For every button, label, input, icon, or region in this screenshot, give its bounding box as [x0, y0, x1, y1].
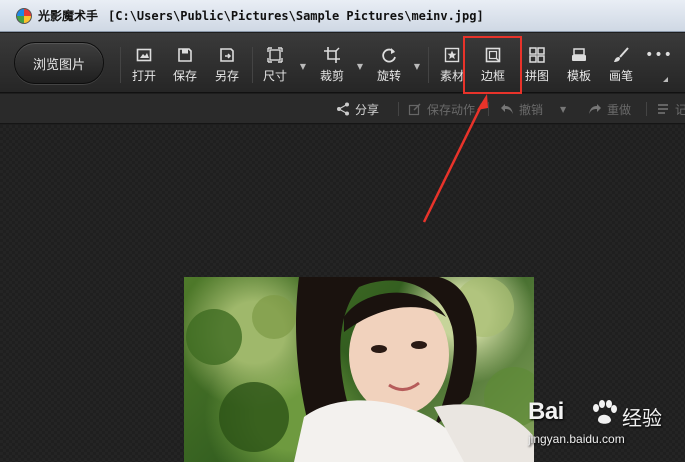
- collage-button[interactable]: 拼图: [519, 45, 555, 87]
- template-button[interactable]: 模板: [561, 45, 597, 87]
- collage-label: 拼图: [524, 69, 549, 83]
- baidu-watermark: Bai 经验 jingyan.baidu.com: [528, 398, 678, 458]
- history-button[interactable]: 记: [656, 101, 685, 117]
- more-icon: •••: [645, 47, 673, 63]
- undo-label: 撤销: [519, 102, 544, 117]
- browse-images-button[interactable]: 浏览图片: [14, 42, 104, 84]
- open-label: 打开: [131, 69, 156, 83]
- template-label: 模板: [566, 69, 591, 83]
- rotate-dropdown-arrow[interactable]: ▼: [412, 61, 422, 71]
- undo-dropdown-arrow[interactable]: ▼: [560, 101, 566, 117]
- material-label: 素材: [439, 69, 464, 83]
- history-label: 记: [675, 102, 685, 117]
- redo-label: 重做: [607, 102, 632, 117]
- watermark-logo-text: Bai: [528, 398, 564, 425]
- crop-button[interactable]: 裁剪: [314, 45, 350, 87]
- open-icon: [134, 45, 154, 65]
- save-action-label: 保存动作: [427, 102, 476, 117]
- save-icon: [175, 45, 195, 65]
- secondary-toolbar: 分享 保存动作 撤销 ▼ 重做 记: [0, 94, 685, 124]
- portrait-image: [186, 277, 534, 462]
- crop-dropdown-arrow[interactable]: ▼: [355, 61, 365, 71]
- photo-preview[interactable]: [184, 277, 534, 462]
- undo-button[interactable]: 撤销: [500, 101, 543, 117]
- open-button[interactable]: 打开: [126, 45, 162, 87]
- crop-icon: [322, 45, 342, 65]
- save-as-button[interactable]: 另存: [209, 45, 245, 87]
- watermark-brand: 经验: [622, 406, 662, 430]
- more-button[interactable]: •••: [644, 45, 674, 87]
- highlight-border-tool: [463, 36, 522, 94]
- share-label: 分享: [355, 102, 380, 117]
- star-icon: [442, 45, 462, 65]
- file-path: [C:\Users\Public\Pictures\Sample Picture…: [108, 8, 484, 23]
- save-as-icon: [217, 45, 237, 65]
- main-toolbar: 浏览图片 打开 保存 另存 尺寸 ▼ 裁剪 ▼ 旋转 ▼ 素材 边框 拼图 模板…: [0, 33, 685, 93]
- subbar-separator: [646, 102, 647, 116]
- rotate-button[interactable]: 旋转: [371, 45, 407, 87]
- subbar-separator: [488, 102, 489, 116]
- app-logo-icon: [16, 7, 32, 24]
- resize-icon: [265, 45, 285, 65]
- save-action-button[interactable]: 保存动作: [408, 101, 475, 117]
- save-button[interactable]: 保存: [167, 45, 203, 87]
- app-name: 光影魔术手: [38, 9, 99, 23]
- save-label: 保存: [172, 69, 197, 83]
- redo-button[interactable]: 重做: [588, 101, 631, 117]
- rotate-label: 旋转: [376, 69, 401, 83]
- toolbar-separator: [120, 47, 121, 83]
- brush-button[interactable]: 画笔: [603, 45, 639, 87]
- undo-icon: [501, 104, 513, 114]
- grid-icon: [527, 45, 547, 65]
- size-button[interactable]: 尺寸: [257, 45, 293, 87]
- rotate-icon: [379, 45, 399, 65]
- toolbar-separator: [252, 47, 253, 83]
- size-label: 尺寸: [262, 69, 287, 83]
- history-icon: [658, 104, 668, 114]
- toolbar-separator: [428, 47, 429, 83]
- save-as-label: 另存: [214, 69, 239, 83]
- paw-icon: [593, 400, 617, 424]
- expand-corner-icon[interactable]: [663, 72, 668, 82]
- size-dropdown-arrow[interactable]: ▼: [298, 61, 308, 71]
- title-bar: 光影魔术手 [C:\Users\Public\Pictures\Sample P…: [0, 0, 685, 32]
- redo-icon: [589, 104, 601, 114]
- save-action-icon: [408, 103, 421, 116]
- watermark-url: jingyan.baidu.com: [528, 432, 625, 446]
- brush-icon: [611, 45, 631, 65]
- brush-label: 画笔: [608, 69, 633, 83]
- subbar-separator: [398, 102, 399, 116]
- share-button[interactable]: 分享: [336, 101, 379, 117]
- share-icon: [337, 102, 349, 116]
- template-icon: [569, 45, 589, 65]
- crop-label: 裁剪: [319, 69, 344, 83]
